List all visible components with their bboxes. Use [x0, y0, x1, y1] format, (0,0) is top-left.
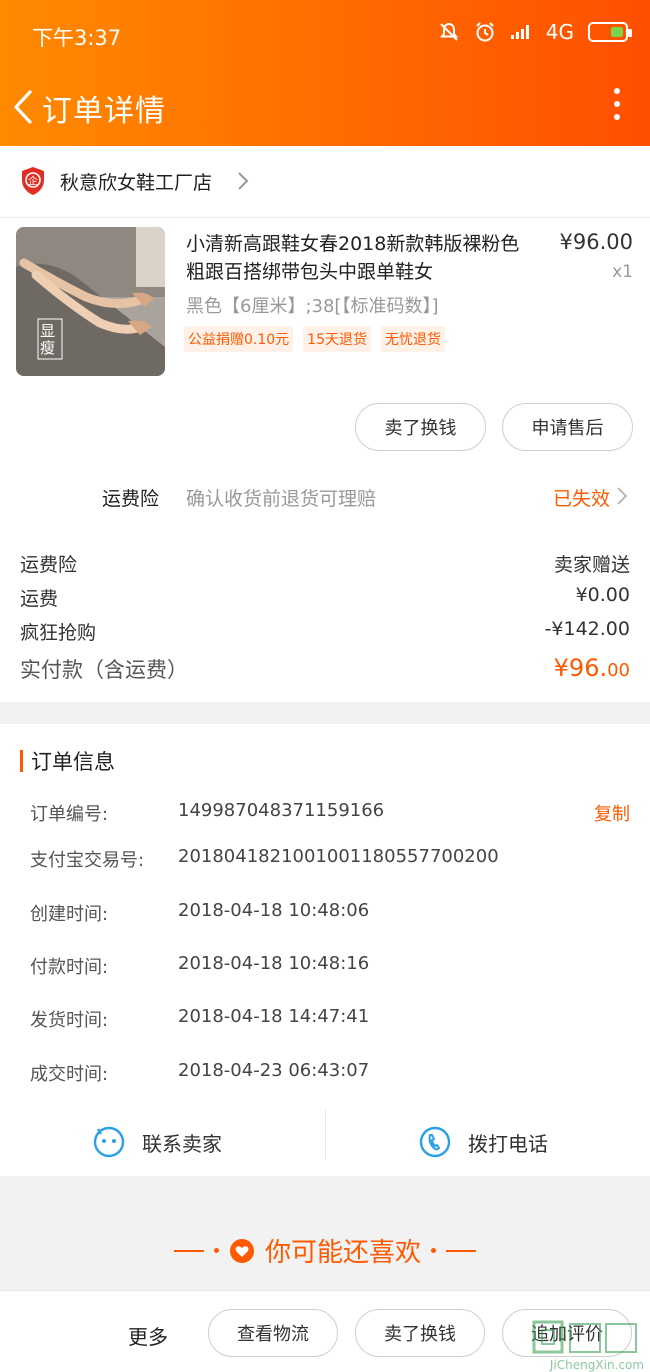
signal-icon: [510, 25, 529, 39]
call-phone-label: 拨打电话: [468, 1131, 548, 1156]
heart-icon: [229, 1238, 254, 1263]
watermark-text: JiChengXin.com: [549, 1358, 644, 1372]
fee-value: -¥142.00: [544, 618, 630, 640]
recommend-title: 你可能还喜欢: [264, 1238, 421, 1268]
info-value: 2018-04-23 06:43:07: [178, 1060, 370, 1081]
order-info-title: 订单信息: [31, 750, 115, 774]
thumb-label: 显瘦: [40, 322, 56, 357]
fee-label: 运费: [20, 588, 59, 610]
battery-icon: [588, 22, 632, 42]
sell-for-cash-button[interactable]: 卖了换钱: [355, 403, 486, 451]
product-quantity: x1: [612, 262, 633, 282]
fee-row: 运费 ¥0.00: [20, 584, 630, 611]
order-item-section: 企 秋意欣女鞋工厂店 显瘦 小清新高跟鞋女春2018新款韩版裸粉色粗跟百搭绑带包…: [0, 146, 650, 702]
sell-for-cash-button[interactable]: 卖了换钱: [355, 1309, 485, 1357]
shipping-insurance-row[interactable]: 运费险 确认收货前退货可理赔 已失效: [0, 472, 650, 524]
fee-value: ¥0.00: [575, 584, 630, 606]
call-phone-button[interactable]: 拨打电话: [418, 1122, 548, 1162]
divider-line: [446, 1249, 476, 1252]
page-title: 订单详情: [42, 94, 166, 129]
info-label: 发货时间:: [30, 1010, 109, 1031]
chevron-right-icon: [617, 487, 628, 505]
contact-bar: 联系卖家 拨打电话: [0, 1110, 650, 1176]
order-info-heading: 订单信息: [20, 748, 115, 774]
fee-row: 疯狂抢购 -¥142.00: [20, 618, 630, 645]
product-thumbnail[interactable]: 显瘦: [16, 227, 165, 376]
chat-bubble-icon: [93, 1126, 125, 1158]
shop-badge-icon: 企: [22, 167, 44, 195]
info-value: 2018041821001001180557700200: [178, 846, 499, 867]
info-label: 成交时间:: [30, 1064, 109, 1085]
app-header: 下午3:37 4G 订单详情: [0, 0, 650, 146]
total-paid-row: 实付款（含运费） ¥96.00: [20, 654, 630, 684]
more-options-icon[interactable]: [612, 88, 622, 124]
info-label: 创建时间:: [30, 904, 109, 925]
divider: [325, 1110, 326, 1160]
total-value-decimal: 00: [607, 660, 630, 681]
insurance-status: 已失效: [552, 488, 610, 510]
info-label: 付款时间:: [30, 957, 109, 978]
svg-text:企: 企: [28, 175, 38, 188]
chevron-right-icon: [238, 172, 249, 190]
total-value: ¥96.00: [554, 654, 630, 682]
contact-seller-label: 联系卖家: [142, 1131, 222, 1156]
product-title[interactable]: 小清新高跟鞋女春2018新款韩版裸粉色粗跟百搭绑带包头中跟单鞋女: [186, 230, 526, 286]
product-sku: 黑色【6厘米】;38[【标准码数】]: [186, 296, 439, 317]
status-icons: 4G: [438, 20, 632, 44]
fee-row: 运费险 卖家赠送: [20, 550, 630, 577]
back-arrow-icon[interactable]: [10, 88, 40, 126]
product-tags: 公益捐赠0.10元 15天退货 无忧退货: [184, 326, 445, 352]
total-value-main: ¥96.: [553, 654, 608, 682]
divider-dot: [213, 1248, 219, 1253]
info-value: 2018-04-18 14:47:41: [178, 1006, 370, 1027]
info-value: 2018-04-18 10:48:06: [178, 900, 370, 921]
more-button[interactable]: 更多: [128, 1321, 168, 1350]
after-sale-button[interactable]: 申请售后: [502, 403, 633, 451]
network-type: 4G: [545, 20, 574, 44]
shop-name: 秋意欣女鞋工厂店: [60, 172, 213, 194]
info-label: 订单编号:: [30, 804, 109, 825]
fee-label: 疯狂抢购: [20, 622, 97, 644]
insurance-description: 确认收货前退货可理赔: [186, 488, 377, 510]
contact-seller-button[interactable]: 联系卖家: [92, 1122, 222, 1162]
shop-row[interactable]: 企 秋意欣女鞋工厂店: [0, 146, 650, 218]
divider-line: [173, 1249, 204, 1252]
divider-dot: [431, 1248, 436, 1253]
tag-return-15-days: 15天退货: [303, 326, 371, 352]
order-info-section: 订单信息 订单编号: 149987048371159166 复制 支付宝交易号:…: [0, 724, 650, 1176]
fee-label: 运费险: [20, 554, 78, 576]
copy-button[interactable]: 复制: [594, 800, 630, 826]
status-bar: 下午3:37 4G: [0, 0, 650, 70]
mute-bell-icon: [439, 22, 458, 41]
info-label: 支付宝交易号:: [30, 850, 145, 871]
fee-value: 卖家赠送: [553, 554, 630, 576]
product-image: [16, 227, 165, 376]
recommend-header: 你可能还喜欢: [0, 1220, 650, 1284]
total-label: 实付款（含运费）: [20, 658, 188, 682]
status-time: 下午3:37: [32, 26, 122, 50]
tag-worry-free-return: 无忧退货: [381, 326, 445, 352]
insurance-label: 运费险: [102, 488, 160, 510]
alarm-icon: [476, 22, 494, 42]
site-watermark: JiChengXin.com: [530, 1318, 646, 1372]
product-price: ¥96.00: [559, 230, 633, 254]
phone-icon: [419, 1126, 451, 1158]
info-value: 2018-04-18 10:48:16: [178, 953, 370, 974]
info-value: 149987048371159166: [178, 800, 385, 821]
watermark-logo: [532, 1320, 637, 1354]
view-logistics-button[interactable]: 查看物流: [208, 1309, 338, 1357]
tag-donation: 公益捐赠0.10元: [184, 326, 294, 352]
